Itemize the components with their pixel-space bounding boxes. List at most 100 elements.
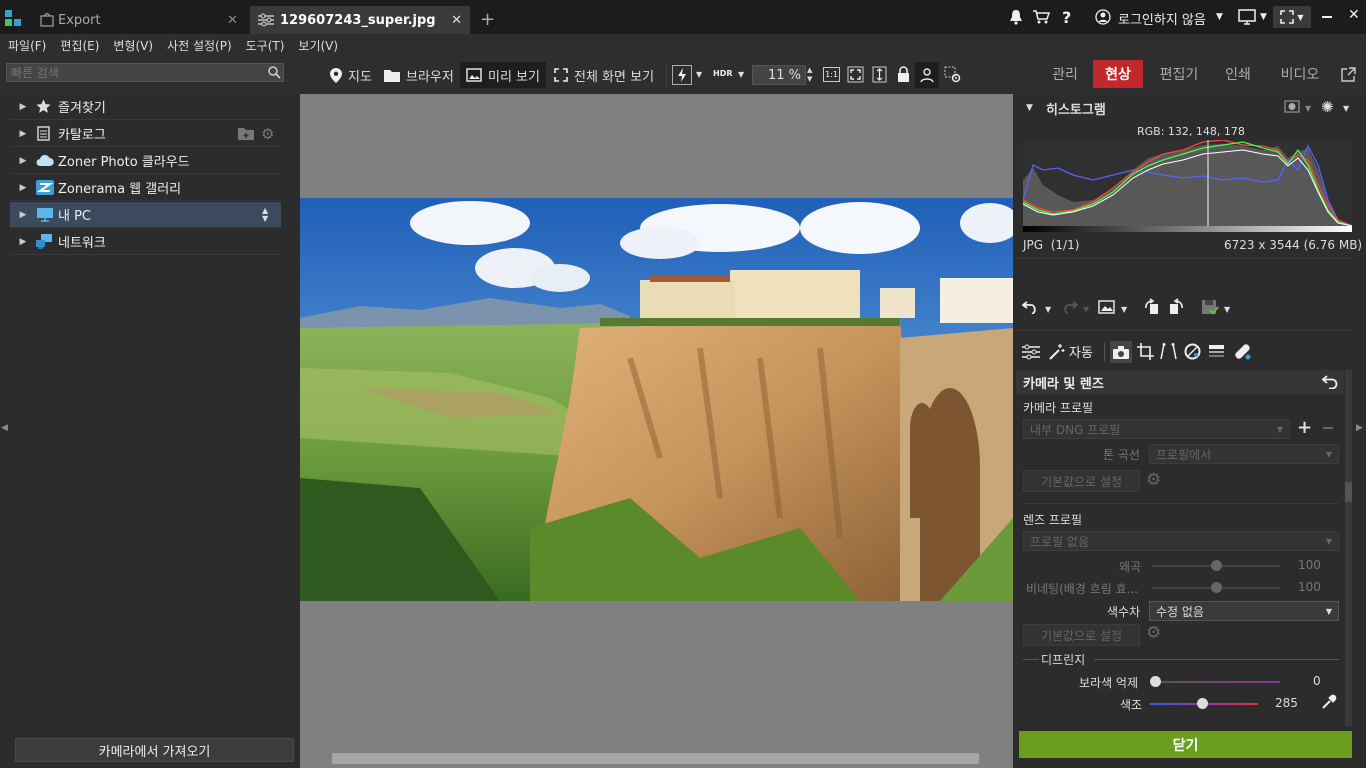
app-logo-icon[interactable] — [4, 9, 22, 27]
layout-toggle-button[interactable]: ▼ — [1273, 6, 1311, 28]
user-icon[interactable] — [1095, 9, 1111, 25]
color-wheel-icon[interactable] — [1184, 343, 1201, 360]
gear-icon[interactable]: ⚙ — [261, 125, 274, 143]
left-collapse-icon[interactable]: ◀ — [1, 423, 8, 433]
external-window-icon[interactable] — [1341, 67, 1356, 82]
add-profile-icon[interactable]: + — [1297, 417, 1312, 438]
preview-button[interactable]: 미리 보기 — [460, 62, 546, 88]
menu-view[interactable]: 보기(V) — [290, 37, 344, 54]
hdr-icon[interactable]: HDR — [713, 69, 733, 78]
histogram-collapse-icon[interactable]: ▼ — [1026, 103, 1033, 113]
mode-manage[interactable]: 관리 — [1043, 60, 1087, 88]
tab-image[interactable]: 129607243_super.jpg ✕ — [250, 6, 470, 34]
expand-caret-icon[interactable]: ▶ — [10, 129, 36, 139]
fullscreen-view-button[interactable]: 전체 화면 보기 — [548, 62, 660, 88]
chevron-down-icon[interactable]: ▼ — [1045, 305, 1051, 314]
camera-profile-dropdown[interactable]: 내부 DNG 프로필 ▼ — [1023, 419, 1290, 439]
help-icon[interactable]: ? — [1062, 8, 1071, 27]
menu-file[interactable]: 파일(F) — [0, 37, 52, 54]
face-detect-button[interactable] — [915, 62, 939, 88]
camera-reset-button[interactable]: 기본값으로 설정 — [1023, 470, 1140, 492]
eyedropper-icon[interactable] — [1321, 694, 1337, 710]
actual-size-button[interactable]: 1:1 — [823, 67, 840, 82]
distortion-slider[interactable] — [1152, 559, 1280, 573]
slider-knob[interactable] — [1210, 582, 1222, 593]
tab-export[interactable]: Export ✕ — [32, 6, 246, 34]
import-from-camera-button[interactable]: 카메라에서 가져오기 — [15, 738, 294, 762]
chevron-down-icon[interactable]: ▼ — [738, 70, 744, 79]
zoom-field[interactable]: 11 % — [752, 65, 806, 85]
panel-scrollbar[interactable] — [1345, 370, 1352, 726]
map-button[interactable]: 지도 — [324, 62, 378, 88]
chromatic-aberration-dropdown[interactable]: 수정 없음 ▼ — [1149, 601, 1339, 621]
remove-profile-icon[interactable] — [1323, 427, 1333, 429]
expand-caret-icon[interactable]: ▶ — [10, 183, 36, 193]
chevron-down-icon[interactable]: ▼ — [1121, 305, 1127, 314]
chevron-down-icon[interactable]: ▼ — [696, 70, 702, 79]
menu-presets[interactable]: 사전 설정(P) — [159, 37, 238, 54]
compare-view-icon[interactable] — [1098, 300, 1115, 314]
perspective-icon[interactable] — [1160, 343, 1177, 360]
close-button[interactable]: 닫기 — [1019, 731, 1352, 758]
chevron-down-icon[interactable]: ▼ — [1260, 12, 1267, 22]
cart-icon[interactable] — [1032, 9, 1050, 25]
rotate-right-icon[interactable] — [1167, 298, 1185, 316]
save-icon[interactable] — [1201, 299, 1219, 316]
mode-editor[interactable]: 편집기 — [1151, 60, 1207, 88]
zoom-stepper-icon[interactable]: ▲ ▼ — [807, 66, 812, 84]
notification-icon[interactable] — [1008, 9, 1024, 25]
expand-caret-icon[interactable]: ▶ — [10, 237, 36, 247]
nav-favorites[interactable]: ▶ 즐겨찾기 — [10, 94, 281, 120]
hue-slider[interactable] — [1150, 697, 1258, 711]
chevron-down-icon[interactable]: ▼ — [1224, 305, 1230, 314]
mode-print[interactable]: 인쇄 — [1215, 60, 1261, 88]
search-input[interactable] — [7, 64, 257, 81]
reset-section-icon[interactable] — [1322, 374, 1338, 389]
preview-image[interactable] — [300, 198, 1013, 601]
gear-icon[interactable]: ⚙ — [1146, 470, 1161, 490]
horizontal-scrollbar[interactable] — [332, 753, 979, 764]
mode-video[interactable]: 비디오 — [1270, 60, 1330, 88]
menu-transform[interactable]: 변형(V) — [105, 37, 159, 54]
scroll-thumb[interactable] — [1345, 482, 1352, 502]
auto-tab[interactable]: 자동 — [1048, 342, 1093, 361]
crop-icon[interactable] — [1137, 343, 1154, 360]
lens-profile-dropdown[interactable]: 프로필 없음 ▼ — [1023, 531, 1339, 551]
new-tab-button[interactable]: + — [480, 9, 495, 30]
close-icon[interactable]: ✕ — [451, 13, 462, 28]
gradient-filter-icon[interactable] — [1208, 344, 1225, 358]
settings-grid-icon[interactable] — [944, 66, 961, 83]
expand-caret-icon[interactable]: ▶ — [10, 102, 36, 112]
nav-my-pc[interactable]: ▶ 내 PC ▲ ▼ — [10, 202, 281, 228]
close-icon[interactable]: ✕ — [227, 13, 238, 28]
expand-caret-icon[interactable]: ▶ — [10, 210, 36, 220]
add-folder-icon[interactable] — [238, 127, 254, 140]
rotate-left-icon[interactable] — [1143, 298, 1161, 316]
tone-curve-dropdown[interactable]: 프로필에서 ▼ — [1149, 444, 1339, 464]
chevron-down-icon[interactable]: ▼ — [1343, 104, 1349, 113]
redo-icon[interactable] — [1060, 299, 1078, 314]
fit-screen-icon[interactable] — [847, 66, 864, 83]
camera-tab[interactable] — [1110, 341, 1132, 363]
brightness-icon[interactable]: ✺ — [1321, 98, 1334, 116]
slider-knob[interactable] — [1150, 676, 1161, 687]
search-box[interactable] — [6, 63, 284, 82]
purple-suppress-slider[interactable] — [1150, 675, 1280, 689]
sort-arrows-icon[interactable]: ▲ ▼ — [262, 207, 268, 223]
lock-icon[interactable] — [897, 66, 910, 83]
slider-knob[interactable] — [1210, 560, 1222, 571]
nav-zonerama[interactable]: ▶ Zonerama 웹 갤러리 — [10, 175, 281, 201]
minimize-button[interactable] — [1322, 16, 1332, 18]
browser-button[interactable]: 브라우저 — [378, 62, 460, 88]
mode-develop[interactable]: 현상 — [1093, 60, 1143, 88]
search-icon[interactable] — [268, 66, 281, 79]
chevron-down-icon[interactable]: ▼ — [1305, 104, 1311, 113]
menu-tools[interactable]: 도구(T) — [238, 37, 291, 54]
right-collapse-icon[interactable]: ▶ — [1356, 423, 1363, 433]
slider-knob[interactable] — [1197, 698, 1208, 709]
expand-caret-icon[interactable]: ▶ — [10, 156, 36, 166]
histogram-mode-icon[interactable] — [1284, 100, 1300, 113]
nav-network[interactable]: ▶ 네트워크 — [10, 229, 281, 255]
healing-brush-icon[interactable] — [1233, 342, 1252, 361]
vignette-slider[interactable] — [1152, 581, 1280, 595]
